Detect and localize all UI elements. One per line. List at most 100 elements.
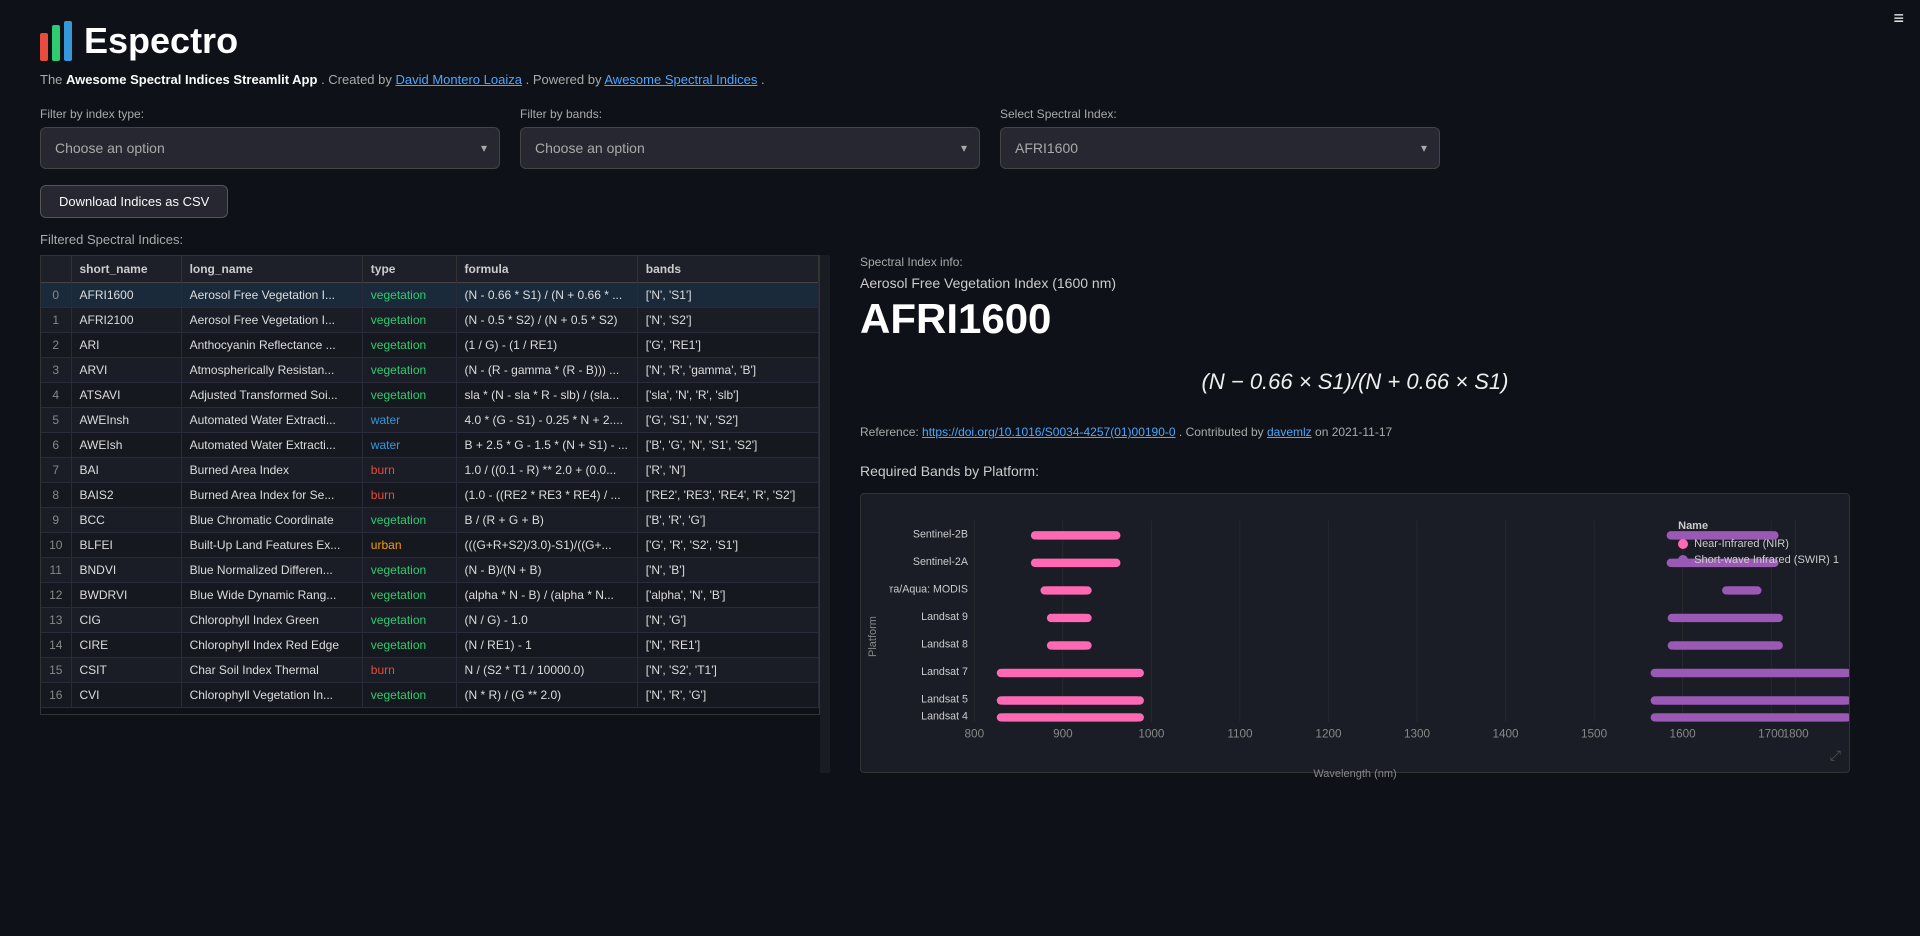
cell-10-3: urban	[362, 533, 456, 558]
svg-text:900: 900	[1053, 728, 1073, 741]
cell-4-2: Adjusted Transformed Soi...	[181, 383, 362, 408]
app-title: Espectro	[84, 20, 238, 62]
cell-0-2: Aerosol Free Vegetation I...	[181, 283, 362, 308]
table-row[interactable]: 2ARIAnthocyanin Reflectance ...vegetatio…	[41, 333, 819, 358]
table-row[interactable]: 3ARVIAtmospherically Resistan...vegetati…	[41, 358, 819, 383]
cell-0-0: 0	[41, 283, 71, 308]
cell-15-1: CSIT	[71, 658, 181, 683]
cell-14-3: vegetation	[362, 633, 456, 658]
cell-16-0: 16	[41, 683, 71, 708]
cell-14-4: (N / RE1) - 1	[456, 633, 637, 658]
table-row[interactable]: 8BAIS2Burned Area Index for Se...burn(1.…	[41, 483, 819, 508]
cell-14-1: CIRE	[71, 633, 181, 658]
svg-text:1400: 1400	[1492, 728, 1519, 741]
cell-8-5: ['RE2', 'RE3', 'RE4', 'R', 'S2']	[637, 483, 818, 508]
cell-10-1: BLFEI	[71, 533, 181, 558]
resize-handle[interactable]	[820, 255, 830, 773]
cell-16-2: Chlorophyll Vegetation In...	[181, 683, 362, 708]
filter-index-type-label: Filter by index type:	[40, 107, 500, 121]
cell-5-5: ['G', 'S1', 'N', 'S2']	[637, 408, 818, 433]
cell-10-2: Built-Up Land Features Ex...	[181, 533, 362, 558]
cell-2-5: ['G', 'RE1']	[637, 333, 818, 358]
table-row[interactable]: 13CIGChlorophyll Index Greenvegetation(N…	[41, 608, 819, 633]
bands-select[interactable]: Choose an option ▾	[520, 127, 980, 169]
svg-text:Sentinel-2B: Sentinel-2B	[913, 529, 968, 541]
swir-legend-dot	[1678, 555, 1688, 565]
reference-line: Reference: https://doi.org/10.1016/S0034…	[860, 425, 1850, 439]
cell-9-3: vegetation	[362, 508, 456, 533]
expand-icon[interactable]: ⤢	[1830, 747, 1841, 764]
cell-2-3: vegetation	[362, 333, 456, 358]
cell-3-2: Atmospherically Resistan...	[181, 358, 362, 383]
svg-text:800: 800	[965, 728, 985, 741]
cell-14-5: ['N', 'RE1']	[637, 633, 818, 658]
index-type-select[interactable]: Choose an option ▾	[40, 127, 500, 169]
cell-10-4: (((G+R+S2)/3.0)-S1)/((G+...	[456, 533, 637, 558]
cell-3-0: 3	[41, 358, 71, 383]
spectral-arrow-icon: ▾	[1421, 141, 1427, 155]
cell-14-2: Chlorophyll Index Red Edge	[181, 633, 362, 658]
cell-10-5: ['G', 'R', 'S2', 'S1']	[637, 533, 818, 558]
table-header-row: short_name long_name type formula bands	[41, 256, 819, 283]
col-type: type	[362, 256, 456, 283]
cell-11-5: ['N', 'B']	[637, 558, 818, 583]
cell-7-5: ['R', 'N']	[637, 458, 818, 483]
cell-3-1: ARVI	[71, 358, 181, 383]
cell-5-3: water	[362, 408, 456, 433]
table-row[interactable]: 4ATSAVIAdjusted Transformed Soi...vegeta…	[41, 383, 819, 408]
cell-4-1: ATSAVI	[71, 383, 181, 408]
table-row[interactable]: 12BWDRVIBlue Wide Dynamic Rang...vegetat…	[41, 583, 819, 608]
cell-13-2: Chlorophyll Index Green	[181, 608, 362, 633]
table-row[interactable]: 15CSITChar Soil Index ThermalburnN / (S2…	[41, 658, 819, 683]
cell-12-2: Blue Wide Dynamic Rang...	[181, 583, 362, 608]
legend-nir: Near-Infrared (NIR)	[1678, 538, 1839, 550]
svg-text:Terra/Aqua: MODIS: Terra/Aqua: MODIS	[889, 584, 968, 596]
creator-link[interactable]: David Montero Loaiza	[396, 72, 522, 87]
reference-link[interactable]: https://doi.org/10.1016/S0034-4257(01)00…	[922, 425, 1176, 439]
cell-0-1: AFRI1600	[71, 283, 181, 308]
subtitle: The Awesome Spectral Indices Streamlit A…	[40, 72, 1880, 87]
cell-1-0: 1	[41, 308, 71, 333]
legend-swir: Short-wave Infrared (SWIR) 1	[1678, 554, 1839, 566]
hamburger-icon[interactable]: ≡	[1893, 8, 1904, 28]
spectral-full-name: Aerosol Free Vegetation Index (1600 nm)	[860, 275, 1850, 291]
chart-inner: Platform	[861, 510, 1849, 764]
table-row[interactable]: 16CVIChlorophyll Vegetation In...vegetat…	[41, 683, 819, 708]
spectral-value: AFRI1600	[1015, 140, 1078, 156]
cell-4-4: sla * (N - sla * R - slb) / (sla...	[456, 383, 637, 408]
cell-7-3: burn	[362, 458, 456, 483]
cell-12-5: ['alpha', 'N', 'B']	[637, 583, 818, 608]
col-bands: bands	[637, 256, 818, 283]
powered-link[interactable]: Awesome Spectral Indices	[604, 72, 757, 87]
filter-spectral: Select Spectral Index: AFRI1600 ▾	[1000, 107, 1440, 169]
table-row[interactable]: 11BNDVIBlue Normalized Differen...vegeta…	[41, 558, 819, 583]
col-formula: formula	[456, 256, 637, 283]
cell-0-4: (N - 0.66 * S1) / (N + 0.66 * ...	[456, 283, 637, 308]
table-row[interactable]: 5AWEInshAutomated Water Extracti...water…	[41, 408, 819, 433]
table-row[interactable]: 14CIREChlorophyll Index Red Edgevegetati…	[41, 633, 819, 658]
cell-6-0: 6	[41, 433, 71, 458]
table-row[interactable]: 6AWEIshAutomated Water Extracti...waterB…	[41, 433, 819, 458]
table-row[interactable]: 7BAIBurned Area Indexburn1.0 / ((0.1 - R…	[41, 458, 819, 483]
spectral-indices-table[interactable]: short_name long_name type formula bands …	[40, 255, 820, 715]
nir-legend-dot	[1678, 539, 1688, 549]
bands-value: Choose an option	[535, 140, 645, 156]
contributor-link[interactable]: davemlz	[1267, 425, 1312, 439]
table-row[interactable]: 1AFRI2100Aerosol Free Vegetation I...veg…	[41, 308, 819, 333]
spectral-select[interactable]: AFRI1600 ▾	[1000, 127, 1440, 169]
cell-5-2: Automated Water Extracti...	[181, 408, 362, 433]
svg-text:Landsat 5: Landsat 5	[921, 694, 968, 706]
top-bar: ≡	[1877, 0, 1920, 37]
cell-11-0: 11	[41, 558, 71, 583]
cell-13-4: (N / G) - 1.0	[456, 608, 637, 633]
table-row[interactable]: 9BCCBlue Chromatic CoordinatevegetationB…	[41, 508, 819, 533]
svg-text:1200: 1200	[1315, 728, 1342, 741]
table-row[interactable]: 10BLFEIBuilt-Up Land Features Ex...urban…	[41, 533, 819, 558]
cell-9-4: B / (R + G + B)	[456, 508, 637, 533]
chart-y-label: Platform	[861, 510, 885, 764]
cell-2-0: 2	[41, 333, 71, 358]
download-csv-button[interactable]: Download Indices as CSV	[40, 185, 228, 218]
cell-2-1: ARI	[71, 333, 181, 358]
table-row[interactable]: 0AFRI1600Aerosol Free Vegetation I...veg…	[41, 283, 819, 308]
chart-legend: Name Near-Infrared (NIR) Short-wave Infr…	[1678, 520, 1839, 570]
